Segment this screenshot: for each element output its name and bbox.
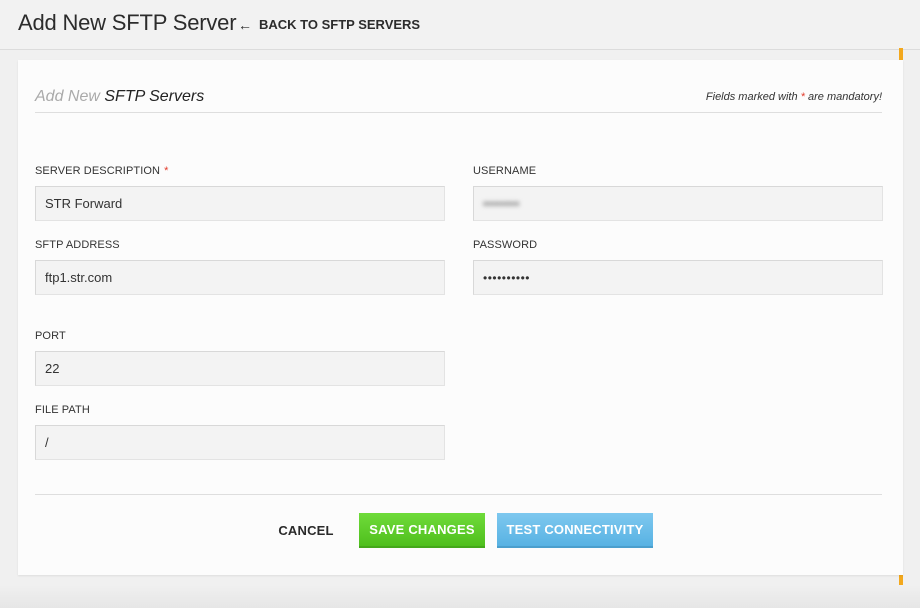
file-path-input[interactable] — [35, 425, 445, 460]
port-input[interactable] — [35, 351, 445, 386]
username-label: USERNAME — [473, 165, 537, 177]
server-description-label-text: SERVER DESCRIPTION — [35, 165, 161, 177]
password-value: •••••••••• — [483, 270, 531, 285]
card-title-prefix: Add New — [35, 88, 100, 105]
server-description-input[interactable] — [35, 186, 445, 221]
back-link-label: BACK TO SFTP SERVERS — [259, 17, 421, 32]
mandatory-note: Fields marked with * are mandatory! — [706, 91, 882, 103]
form-card: Add New SFTP Servers Fields marked with … — [18, 60, 903, 575]
mandatory-note-suffix: are mandatory! — [808, 91, 882, 103]
save-changes-button[interactable]: SAVE CHANGES — [359, 513, 485, 548]
card-title: Add New SFTP Servers — [35, 88, 204, 106]
username-input[interactable]: •••••••• — [473, 186, 883, 221]
arrow-left-icon: ← — [238, 16, 252, 33]
test-connectivity-button[interactable]: TEST CONNECTIVITY — [497, 513, 653, 548]
required-star: * — [800, 91, 805, 103]
file-path-label: FILE PATH — [35, 404, 90, 416]
required-star: * — [164, 165, 169, 177]
password-input[interactable]: •••••••••• — [473, 260, 883, 295]
mandatory-note-prefix: Fields marked with — [705, 91, 798, 103]
back-to-sftp-servers-link[interactable]: ← BACK TO SFTP SERVERS — [238, 17, 420, 32]
sftp-address-input[interactable] — [35, 260, 445, 295]
cancel-button[interactable]: CANCEL — [266, 513, 346, 548]
page-title: Add New SFTP Server — [18, 10, 237, 35]
page-header: Add New SFTP Server ← BACK TO SFTP SERVE… — [0, 0, 920, 50]
username-value: •••••••• — [483, 196, 520, 211]
sftp-address-label: SFTP ADDRESS — [35, 239, 120, 251]
page-bottom — [0, 585, 920, 608]
card-title-main: SFTP Servers — [104, 88, 205, 105]
card-header: Add New SFTP Servers Fields marked with … — [35, 88, 882, 113]
server-description-label: SERVER DESCRIPTION * — [35, 165, 168, 177]
port-label: PORT — [35, 330, 66, 342]
footer-divider — [35, 494, 882, 495]
password-label: PASSWORD — [473, 239, 538, 251]
